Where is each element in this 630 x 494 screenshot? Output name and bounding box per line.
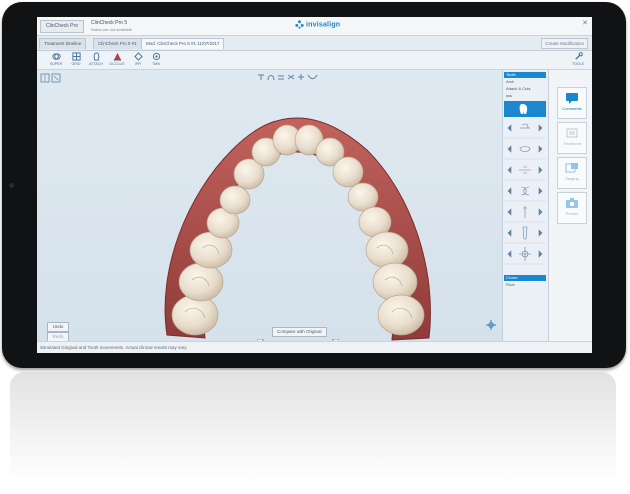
- tooth[interactable]: [365, 231, 409, 269]
- product-title: ClinCheck Pro 5: [91, 20, 128, 26]
- tooth[interactable]: [219, 185, 251, 215]
- tool-grid[interactable]: GRID: [67, 52, 85, 66]
- teeth: [171, 124, 425, 336]
- panel-item-root[interactable]: Root: [504, 282, 546, 288]
- tooth[interactable]: [332, 156, 364, 188]
- tab-label: Mod. ClinCheck Pro 5 #1 11/07/2017: [146, 41, 220, 46]
- camera-dot: [9, 183, 14, 188]
- panel-item-attach-cuts[interactable]: Attach & Cuts: [504, 86, 546, 92]
- wrench-icon: [574, 52, 583, 60]
- tab-label: ClinCheck Pro 5 #1: [98, 41, 137, 46]
- tab-clincheck-pro[interactable]: ClinCheck Pro 5 #1: [93, 38, 142, 49]
- tool-label: GRID: [71, 62, 81, 66]
- comments-button[interactable]: Comments: [557, 87, 587, 119]
- ipr-icon: [133, 52, 143, 61]
- app-screen: ClinCheck Pro ClinCheck Pro 5 Notes are …: [37, 17, 592, 353]
- superimpose-icon: [51, 53, 61, 60]
- tools-toolbar: SUPER GRID ATTACH OCCLUS IPR TMN TOOLS: [37, 51, 592, 70]
- photos-button[interactable]: Photos: [557, 192, 587, 224]
- tool-label: IPR: [135, 62, 141, 66]
- tab-treatment-timeline[interactable]: Treatment timeline: [39, 38, 87, 49]
- movement-controls[interactable]: [504, 120, 546, 274]
- close-icon[interactable]: ✕: [582, 19, 588, 27]
- home-button[interactable]: ClinCheck Pro: [40, 20, 84, 33]
- view-orientation-icons[interactable]: [257, 73, 319, 81]
- photos-label: Photos: [565, 211, 579, 216]
- pan-move-icon[interactable]: [486, 320, 496, 330]
- comments-icon: [566, 93, 578, 104]
- treatment-label: Treatment: [562, 141, 582, 146]
- invisalign-logo: invisalign: [295, 20, 340, 29]
- treatment-button[interactable]: Treatment: [557, 122, 587, 154]
- panel-item-extra[interactable]: sss: [504, 93, 546, 99]
- tab-label: Treatment timeline: [44, 41, 82, 46]
- title-bar: ClinCheck Pro ClinCheck Pro 5 Notes are …: [37, 17, 592, 36]
- tools-menu-label: TOOLS: [571, 62, 585, 66]
- panel-item-arch[interactable]: Arch: [504, 79, 546, 85]
- create-modification-button[interactable]: Create Modification: [541, 38, 588, 49]
- tab-modification[interactable]: Mod. ClinCheck Pro 5 #1 11/07/2017: [141, 38, 225, 49]
- tool-label: OCCLUS: [109, 62, 125, 66]
- occlusion-icon: [113, 52, 121, 61]
- compare-with-original-button[interactable]: Compare with Original: [272, 327, 327, 337]
- staging-icon: [565, 163, 578, 173]
- tool-occlusion[interactable]: OCCLUS: [108, 52, 126, 66]
- tool-label: SUPER: [49, 62, 63, 66]
- camera-icon: [566, 198, 578, 208]
- tooth[interactable]: [377, 294, 425, 336]
- treatment-icon: [566, 128, 578, 138]
- tmn-icon: [152, 52, 160, 61]
- status-bar: Simulated Gingival and Tooth movements. …: [37, 341, 592, 353]
- tool-attachment[interactable]: ATTACH: [87, 52, 105, 66]
- tool-label: TMN: [152, 62, 160, 66]
- tooth[interactable]: [178, 262, 224, 302]
- movement-panel: Tooth Arch Attach & Cuts sss Crown Root: [502, 70, 548, 341]
- tool-superimpose[interactable]: SUPER: [47, 52, 65, 66]
- panel-item-crown[interactable]: Crown: [504, 275, 546, 281]
- panel-item-tooth[interactable]: Tooth: [504, 72, 546, 78]
- tooth[interactable]: [171, 294, 219, 336]
- invisalign-logo-icon: [295, 20, 304, 29]
- tool-tmn[interactable]: TMN: [147, 52, 165, 66]
- tool-ipr[interactable]: IPR: [129, 52, 147, 66]
- comments-label: Comments: [562, 106, 582, 111]
- tools-menu[interactable]: TOOLS: [569, 52, 587, 66]
- grid-icon: [71, 52, 81, 61]
- staging-button[interactable]: Staging: [557, 157, 587, 189]
- attachment-icon: [93, 52, 99, 61]
- tooth-icon: [519, 104, 528, 114]
- small-view-icons[interactable]: [40, 73, 64, 83]
- tool-label: ATTACH: [89, 62, 103, 66]
- 3d-viewport[interactable]: Compare with Original Undo Redo Reset: [37, 70, 502, 352]
- notes-text: Notes are not available: [91, 27, 132, 32]
- tablet-reflection: [10, 372, 616, 482]
- staging-label: Staging: [565, 176, 579, 181]
- tooth-preview-row[interactable]: [504, 101, 546, 117]
- logo-text: invisalign: [306, 21, 341, 29]
- undo-button[interactable]: Undo: [47, 322, 69, 332]
- tab-bar: Treatment timeline ClinCheck Pro 5 #1 Mo…: [37, 36, 592, 51]
- dental-arch-model[interactable]: [137, 100, 447, 350]
- right-sidebar: Comments Treatment Staging Photos: [548, 70, 592, 341]
